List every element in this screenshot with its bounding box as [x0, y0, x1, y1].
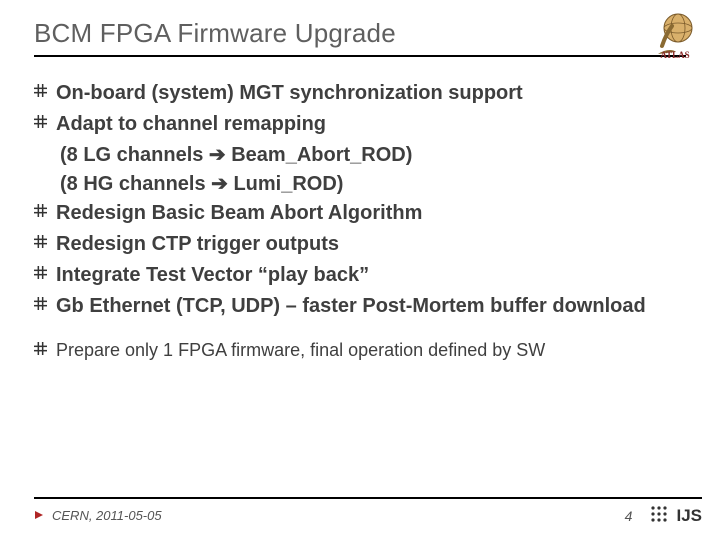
tictactoe-bullet-icon	[34, 115, 56, 128]
svg-text:ATLAS: ATLAS	[660, 50, 689, 60]
bullet-text: Adapt to channel remapping	[56, 110, 326, 139]
bullet-item: Gb Ethernet (TCP, UDP) – faster Post-Mor…	[34, 292, 686, 321]
bullet-text: Redesign CTP trigger outputs	[56, 230, 339, 259]
bullet-item: Redesign Basic Beam Abort Algorithm	[34, 199, 686, 228]
bullet-subtext: (8 HG channels ➔ Lumi_ROD)	[60, 170, 686, 199]
footer-left: CERN, 2011-05-05	[34, 508, 162, 523]
slide-title: BCM FPGA Firmware Upgrade	[34, 18, 396, 49]
tictactoe-bullet-icon	[34, 297, 56, 310]
footer-right: 4 IJS	[625, 505, 702, 526]
ijs-logo-icon	[650, 505, 668, 526]
tictactoe-bullet-icon	[34, 84, 56, 97]
ijs-label: IJS	[676, 506, 702, 526]
atlas-logo-icon: ATLAS	[648, 6, 702, 60]
footer-location-date: CERN, 2011-05-05	[52, 508, 162, 523]
bullet-item: Redesign CTP trigger outputs	[34, 230, 686, 259]
tictactoe-bullet-icon	[34, 204, 56, 217]
bullet-text: Prepare only 1 FPGA firmware, final oper…	[56, 337, 545, 363]
bullet-item: On-board (system) MGT synchronization su…	[34, 79, 686, 108]
slide: BCM FPGA Firmware Upgrade ATLAS On-board…	[0, 0, 720, 540]
slide-header: BCM FPGA Firmware Upgrade ATLAS	[34, 18, 686, 49]
header-divider	[34, 55, 686, 57]
bullet-text: Redesign Basic Beam Abort Algorithm	[56, 199, 422, 228]
content-area: On-board (system) MGT synchronization su…	[34, 79, 686, 363]
tictactoe-bullet-icon	[34, 235, 56, 248]
slide-footer: CERN, 2011-05-05 4 IJS	[34, 497, 702, 526]
bullet-item: Integrate Test Vector “play back”	[34, 261, 686, 290]
bullet-text: Gb Ethernet (TCP, UDP) – faster Post-Mor…	[56, 292, 646, 321]
footer-row: CERN, 2011-05-05 4 IJS	[34, 505, 702, 526]
bullet-subtext: (8 LG channels ➔ Beam_Abort_ROD)	[60, 141, 686, 170]
tictactoe-bullet-icon	[34, 266, 56, 279]
play-triangle-icon	[34, 508, 44, 523]
tictactoe-bullet-icon	[34, 342, 56, 355]
bullet-item-secondary: Prepare only 1 FPGA firmware, final oper…	[34, 337, 686, 363]
footer-divider	[34, 497, 702, 499]
page-number: 4	[625, 508, 633, 524]
bullet-text: Integrate Test Vector “play back”	[56, 261, 369, 290]
bullet-item: Adapt to channel remapping	[34, 110, 686, 139]
bullet-text: On-board (system) MGT synchronization su…	[56, 79, 523, 108]
